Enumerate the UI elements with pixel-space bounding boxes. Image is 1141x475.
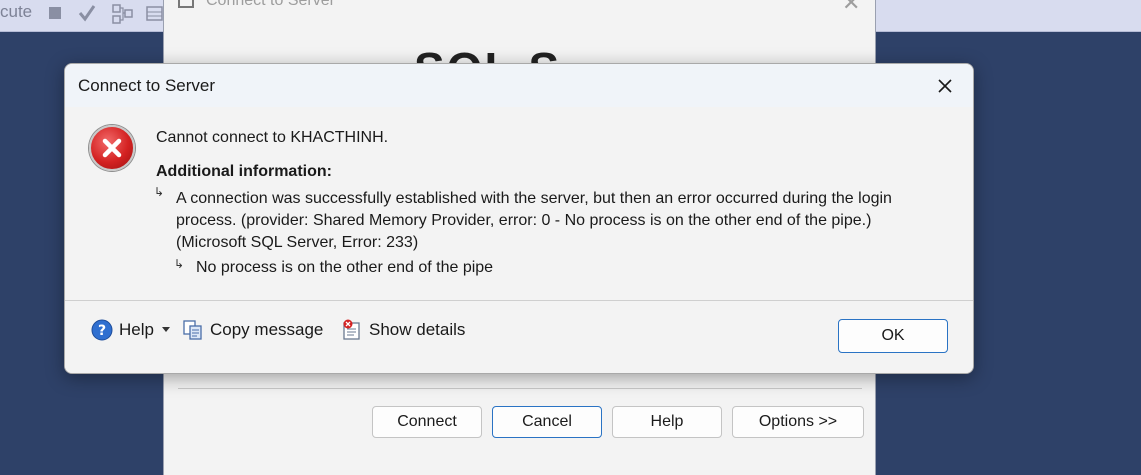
close-icon[interactable] (923, 68, 967, 104)
additional-info-heading: Additional information: (156, 163, 332, 180)
query-plan-icon[interactable] (112, 4, 134, 28)
tree-arrow-icon: ↳ (154, 185, 165, 199)
show-details-label: Show details (369, 320, 466, 339)
toolbar-execute-label[interactable]: cute (0, 2, 32, 22)
help-button[interactable]: Help (612, 406, 722, 438)
help-label: Help (119, 320, 154, 339)
copy-message-label: Copy message (210, 320, 324, 339)
ok-button[interactable]: OK (838, 319, 948, 353)
show-details-icon (341, 319, 363, 341)
checkmark-icon[interactable] (78, 4, 96, 26)
error-detail-text: A connection was successfully establishe… (176, 190, 892, 251)
help-dropdown-button[interactable]: ? Help (91, 319, 170, 341)
error-message: Cannot connect to KHACTHINH. (156, 129, 389, 146)
tree-arrow-icon: ↳ (174, 257, 185, 271)
error-dialog-title: Connect to Server (78, 76, 216, 95)
error-dialog-titlebar: Connect to Server (65, 64, 973, 107)
background-close-icon[interactable]: ✕ (842, 0, 860, 16)
background-separator (178, 388, 862, 389)
server-connect-icon (178, 0, 194, 8)
results-grid-icon[interactable] (146, 4, 164, 26)
error-dialog-body: Cannot connect to KHACTHINH. Additional … (65, 107, 973, 300)
connect-button[interactable]: Connect (372, 406, 482, 438)
error-dialog-footer: ? Help Copy message Show details OK (65, 301, 973, 373)
svg-text:?: ? (98, 323, 106, 339)
background-dialog-titlebar: Connect to Server ✕ (164, 0, 875, 22)
inner-error-text: No process is on the other end of the pi… (196, 259, 494, 276)
background-dialog-title: Connect to Server (206, 0, 335, 9)
help-question-icon: ? (91, 319, 113, 341)
stop-icon[interactable] (48, 4, 62, 24)
options-button[interactable]: Options >> (732, 406, 864, 438)
show-details-button[interactable]: Show details (341, 319, 465, 341)
error-x-icon (89, 125, 135, 171)
copy-icon (182, 319, 204, 341)
dropdown-arrow-icon[interactable] (161, 327, 170, 333)
cancel-button[interactable]: Cancel (492, 406, 602, 438)
copy-message-button[interactable]: Copy message (182, 319, 323, 341)
error-dialog: Connect to Server Cannot connect to KHAC… (64, 63, 974, 374)
